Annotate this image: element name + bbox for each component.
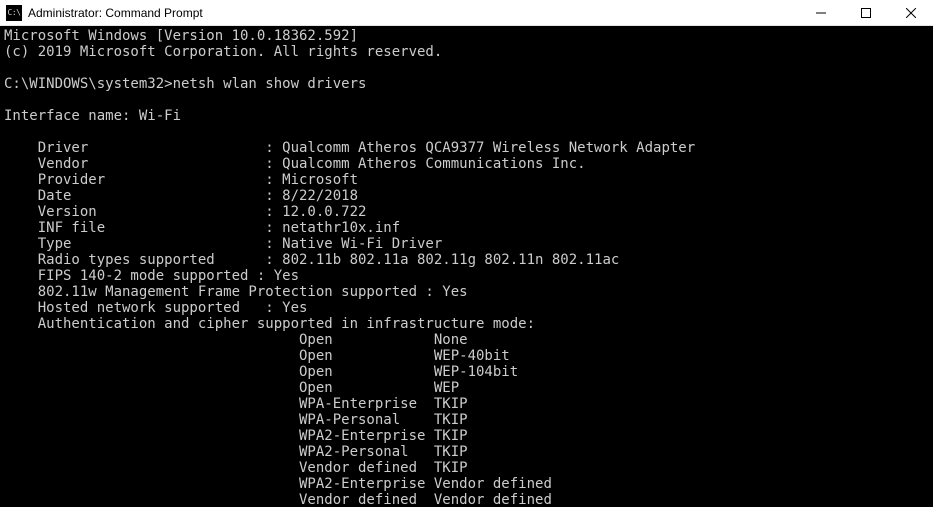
window-title: Administrator: Command Prompt — [28, 6, 798, 20]
cmd-icon: C:\ — [6, 5, 22, 21]
close-button[interactable] — [888, 0, 933, 25]
minimize-button[interactable] — [798, 0, 843, 25]
terminal-output[interactable]: Microsoft Windows [Version 10.0.18362.59… — [0, 26, 933, 507]
window-titlebar: C:\ Administrator: Command Prompt — [0, 0, 933, 26]
maximize-button[interactable] — [843, 0, 888, 25]
window-controls — [798, 0, 933, 25]
